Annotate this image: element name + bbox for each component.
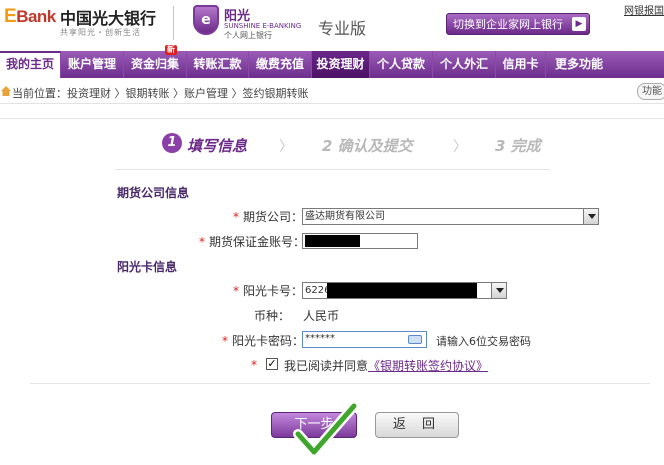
chevron-right-icon: 〉	[453, 139, 467, 155]
content-top-divider	[0, 118, 664, 119]
sunshine-subtitle: SUNSHINE E-BANKING	[224, 22, 302, 30]
futures-section-title: 期货公司信息	[117, 186, 190, 200]
step-2-label: 确认及提交	[337, 137, 413, 155]
step-indicator: 1 填写信息 〉 2 确认及提交 〉 3 完成	[0, 128, 664, 160]
bank-name: 中国光大银行	[60, 9, 157, 28]
play-arrow-icon: ▶	[572, 17, 586, 31]
steps-divider	[115, 169, 550, 170]
sunshine-subtitle-cn: 个人网上银行	[224, 31, 272, 40]
help-link[interactable]: 网银报国	[624, 2, 664, 17]
card-password-value: ******	[305, 333, 335, 344]
password-hint: 请输入6位交易密码	[436, 335, 531, 348]
nav-payment[interactable]: 缴费充值	[249, 51, 312, 78]
agree-checkbox[interactable]: ✓	[266, 358, 278, 370]
margin-account-input[interactable]	[302, 233, 418, 249]
header-divider	[173, 6, 174, 40]
form-bottom-divider	[30, 383, 650, 384]
ebank-logo: EBank	[4, 6, 56, 27]
step-2: 2 确认及提交	[322, 135, 413, 156]
agree-text-row: 我已阅读并同意《银期转账签约协议》	[284, 357, 488, 374]
card-password-label: * 阳光卡密码：	[222, 334, 305, 348]
step-3-label: 完成	[510, 137, 541, 155]
redacted-block	[305, 235, 360, 247]
nav-transfer[interactable]: 转账汇款	[187, 51, 249, 78]
home-icon	[1, 86, 11, 96]
bank-slogan: 共享阳光・创新生活	[60, 28, 141, 37]
chevron-right-icon: 〉	[279, 139, 293, 155]
currency-label: 币种：	[254, 309, 291, 323]
card-number-label: * 阳光卡号：	[233, 284, 304, 298]
nav-investment[interactable]: 投资理财	[312, 51, 370, 78]
futures-company-value: 盛达期货有限公司	[305, 211, 385, 222]
sunshine-badge-icon: e	[193, 5, 219, 35]
function-button[interactable]: 功能	[637, 83, 664, 100]
step-2-number: 2	[322, 137, 333, 155]
switch-corporate-button[interactable]: 切换到企业家网上银行 ▶	[446, 13, 590, 35]
nav-credit-card[interactable]: 信用卡	[496, 51, 546, 78]
nav-forex[interactable]: 个人外汇	[433, 51, 496, 78]
agree-text: 我已阅读并同意	[284, 359, 369, 373]
currency-value: 人民币	[303, 309, 340, 323]
card-number-select[interactable]: 6226	[302, 282, 507, 299]
edition-label: 专业版	[318, 19, 367, 38]
margin-account-label: * 期货保证金账号：	[199, 235, 306, 249]
step-1-label: 填写信息	[187, 137, 248, 155]
back-button[interactable]: 返 回	[375, 412, 459, 438]
step-3: 3 完成	[495, 135, 541, 156]
nav-fund-collection[interactable]: 资金归集 新	[124, 45, 187, 78]
step-3-number: 3	[495, 137, 506, 155]
nav-fund-collection-label: 资金归集	[130, 57, 179, 71]
keyboard-icon[interactable]	[408, 335, 422, 344]
futures-company-label: * 期货公司：	[233, 210, 304, 224]
new-badge: 新	[165, 45, 177, 55]
futures-company-select[interactable]: 盛达期货有限公司	[302, 208, 599, 225]
card-password-input[interactable]: ******	[302, 331, 427, 348]
header: EBank 中国光大银行 共享阳光・创新生活 e 阳光 SUNSHINE E-B…	[0, 0, 664, 50]
switch-corporate-label: 切换到企业家网上银行	[453, 18, 563, 31]
agree-required-mark: *	[251, 358, 257, 372]
checkmark-icon	[293, 401, 359, 457]
redacted-block	[327, 283, 477, 298]
breadcrumb-text: 当前位置：投资理财 〉银期转账 〉账户管理 〉签约银期转账	[12, 87, 309, 100]
main-nav: 我的主页 账户管理 资金归集 新 转账汇款 缴费充值 投资理财 个人贷款 个人外…	[0, 45, 664, 78]
agreement-link[interactable]: 《银期转账签约协议》	[368, 359, 488, 373]
chevron-down-icon	[583, 209, 598, 224]
nav-more[interactable]: 更多功能	[546, 51, 612, 78]
card-section-title: 阳光卡信息	[117, 260, 178, 274]
nav-account-management[interactable]: 账户管理	[61, 51, 124, 78]
nav-personal-loan[interactable]: 个人贷款	[370, 51, 433, 78]
chevron-down-icon	[491, 283, 506, 298]
step-1-number: 1	[162, 133, 182, 153]
nav-my-homepage[interactable]: 我的主页	[0, 51, 61, 78]
breadcrumb: 当前位置：投资理财 〉银期转账 〉账户管理 〉签约银期转账 功能	[0, 80, 664, 104]
